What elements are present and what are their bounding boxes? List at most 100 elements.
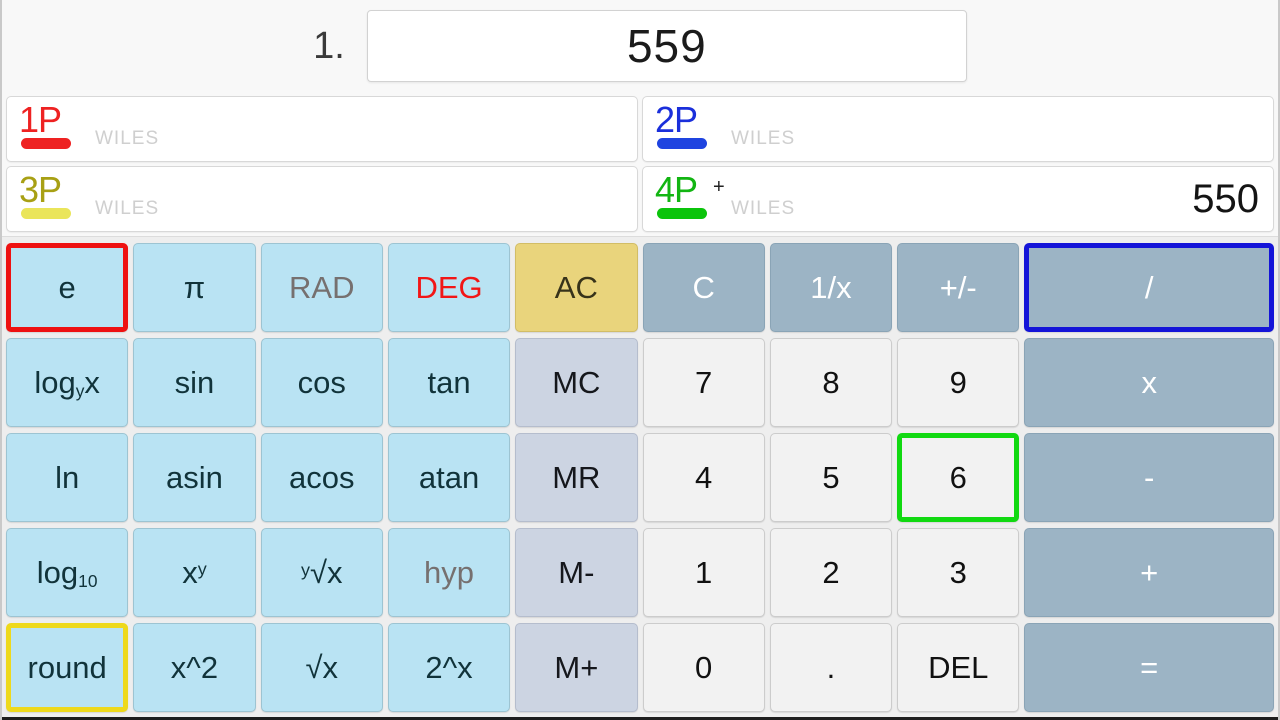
key-x[interactable]: x [1024,338,1274,427]
key-6[interactable]: 6 [897,433,1020,522]
player-color-bar [21,138,71,149]
key-3[interactable]: 3 [897,528,1020,617]
key-label: C [692,270,715,305]
key-4[interactable]: 4 [642,433,765,522]
key-[interactable]: . [769,623,893,712]
key-[interactable]: + [1024,528,1274,617]
player-name-label: WILES [95,198,160,219]
player-color-bar [657,208,707,219]
key-label: 4 [695,460,713,495]
key-ac[interactable]: AC [515,243,638,332]
key-asin[interactable]: asin [133,433,256,522]
player-panels: 1P WILES 2P WILES 3P WILES 4P + WILES 550 [2,96,1278,236]
player-name-label: WILES [731,198,796,219]
key-ln[interactable]: ln [6,433,129,522]
key-logyx[interactable]: logyx [6,338,129,427]
key-label: hyp [424,555,475,590]
key-1x[interactable]: 1/x [769,243,893,332]
player-id-label: 1P [19,99,62,140]
key-label: + [1140,555,1159,590]
main-display[interactable]: 559 [366,10,967,82]
key-2x[interactable]: 2^x [387,623,511,712]
key-label: 9 [949,365,967,400]
player-id-label: 3P [19,169,62,210]
key-label: y√x [300,555,343,590]
key-mr[interactable]: MR [515,433,638,522]
key-label: +/- [939,270,977,305]
key-log10[interactable]: log10 [6,528,129,617]
key-e[interactable]: e [6,243,129,332]
key-label: ln [55,460,80,495]
display-bar: 1. 559 [2,0,1278,96]
key-sin[interactable]: sin [133,338,256,427]
key-label: √x [305,650,338,685]
key-label: sin [174,365,215,400]
player-id-wrap: 4P [653,167,707,231]
key-label: acos [289,460,355,495]
player-panel-4p[interactable]: 4P + WILES 550 [642,166,1274,232]
key-label: DEG [415,270,483,305]
player-id-label: 4P [655,169,698,210]
key-del[interactable]: DEL [897,623,1020,712]
key-hyp[interactable]: hyp [387,528,511,617]
key-label: asin [166,460,223,495]
key-7[interactable]: 7 [642,338,765,427]
key-round[interactable]: round [6,623,129,712]
key-m[interactable]: M+ [515,623,638,712]
key-label: e [58,270,76,305]
key-label: 1 [695,555,713,590]
key-label: x [1141,365,1157,400]
key-[interactable]: π [133,243,256,332]
player-panel-2p[interactable]: 2P WILES [642,96,1274,162]
key-label: tan [427,365,471,400]
key-rad[interactable]: RAD [260,243,383,332]
key-label: / [1144,270,1154,305]
key-label: AC [554,270,598,305]
key-mc[interactable]: MC [515,338,638,427]
key-label: round [27,650,107,685]
key-0[interactable]: 0 [642,623,765,712]
key-label: MC [552,365,601,400]
key-x[interactable]: √x [260,623,383,712]
key-label: 2^x [425,650,473,685]
key-label: 3 [949,555,967,590]
key-label: cos [297,365,346,400]
key-[interactable]: = [1024,623,1274,712]
key-[interactable]: +/- [897,243,1020,332]
player-operator: + [713,176,725,198]
key-9[interactable]: 9 [897,338,1020,427]
key-label: π [183,270,206,305]
key-acos[interactable]: acos [260,433,383,522]
key-yroot[interactable]: y√x [260,528,383,617]
key-label: 0 [695,650,713,685]
key-m[interactable]: M- [515,528,638,617]
key-atan[interactable]: atan [387,433,511,522]
key-label: MR [552,460,601,495]
key-8[interactable]: 8 [769,338,893,427]
key-[interactable]: / [1024,243,1274,332]
key-label: 2 [822,555,840,590]
key-deg[interactable]: DEG [387,243,511,332]
key-label: xy [182,555,207,590]
player-panel-1p[interactable]: 1P WILES [6,96,638,162]
key-label: - [1144,460,1155,495]
key-2[interactable]: 2 [769,528,893,617]
key-cos[interactable]: cos [260,338,383,427]
player-color-bar [657,138,707,149]
player-name-label: WILES [95,128,160,149]
player-id-wrap: 3P [17,167,71,231]
player-panel-3p[interactable]: 3P WILES [6,166,638,232]
key-label: 1/x [810,270,852,305]
player-id-wrap: 1P [17,97,71,161]
key-label: x^2 [170,650,219,685]
key-1[interactable]: 1 [642,528,765,617]
key-xy[interactable]: xy [133,528,256,617]
player-name-label: WILES [731,128,796,149]
keypad: e π RAD DEG AC C 1/x +/- / logyx sin cos tan MC 7 8 9 x ln… [2,236,1278,720]
key-tan[interactable]: tan [387,338,511,427]
key-[interactable]: - [1024,433,1274,522]
key-x2[interactable]: x^2 [133,623,256,712]
key-label: . [826,650,836,685]
key-5[interactable]: 5 [769,433,893,522]
key-c[interactable]: C [642,243,765,332]
